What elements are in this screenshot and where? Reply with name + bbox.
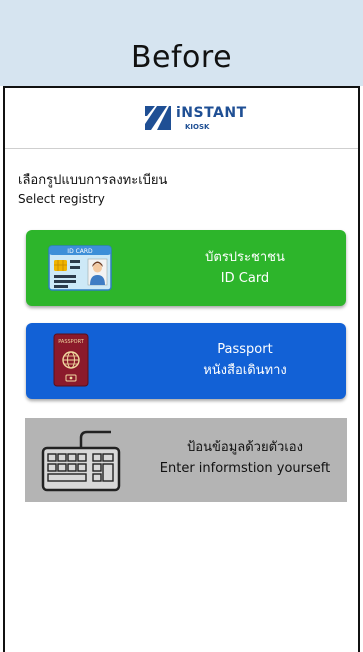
id-card-option-button[interactable]: ID CARD บัตรประชาชน ID Card — [26, 230, 346, 306]
manual-entry-label-english: Enter informstion yourseft — [159, 461, 331, 476]
id-card-option-label: บัตรประชาชน ID Card — [144, 247, 346, 289]
manual-entry-option-label: ป้อนข้อมูลด้วยตัวเอง Enter informstion y… — [145, 437, 345, 479]
logo-wordmark: iNSTANT — [176, 105, 247, 121]
logo-subtext: KIOSK — [185, 123, 210, 131]
instant-kiosk-logo: iNSTANT KIOSK — [143, 102, 253, 136]
id-card-icon-label: ID CARD — [67, 248, 93, 255]
app-header: iNSTANT KIOSK — [5, 88, 358, 149]
logo-mark-icon — [145, 106, 171, 130]
passport-label-thai: หนังสือเดินทาง — [203, 363, 287, 378]
keyboard-icon — [41, 430, 121, 492]
passport-option-label: Passport หนังสือเดินทาง — [144, 339, 346, 381]
id-card-label-english: ID Card — [220, 271, 270, 286]
registry-prompt-thai: เลือกรูปแบบการลงทะเบียน — [18, 173, 168, 188]
passport-icon: PASSPORT — [53, 333, 89, 387]
id-card-icon: ID CARD — [48, 245, 112, 291]
registry-prompt-english: Select registry — [18, 192, 105, 206]
banner-title: Before — [130, 40, 233, 75]
passport-option-button[interactable]: PASSPORT Passport หนังสือเดินทาง — [26, 323, 346, 399]
manual-entry-option-button[interactable]: ป้อนข้อมูลด้วยตัวเอง Enter informstion y… — [25, 418, 347, 502]
id-card-label-thai: บัตรประชาชน — [205, 250, 285, 265]
before-banner: Before — [0, 0, 363, 86]
passport-icon-label: PASSPORT — [58, 339, 85, 345]
manual-entry-label-thai: ป้อนข้อมูลด้วยตัวเอง — [187, 440, 303, 455]
kiosk-screen: iNSTANT KIOSK เลือกรูปแบบการลงทะเบียน Se… — [3, 86, 360, 652]
passport-label-english: Passport — [217, 342, 273, 357]
